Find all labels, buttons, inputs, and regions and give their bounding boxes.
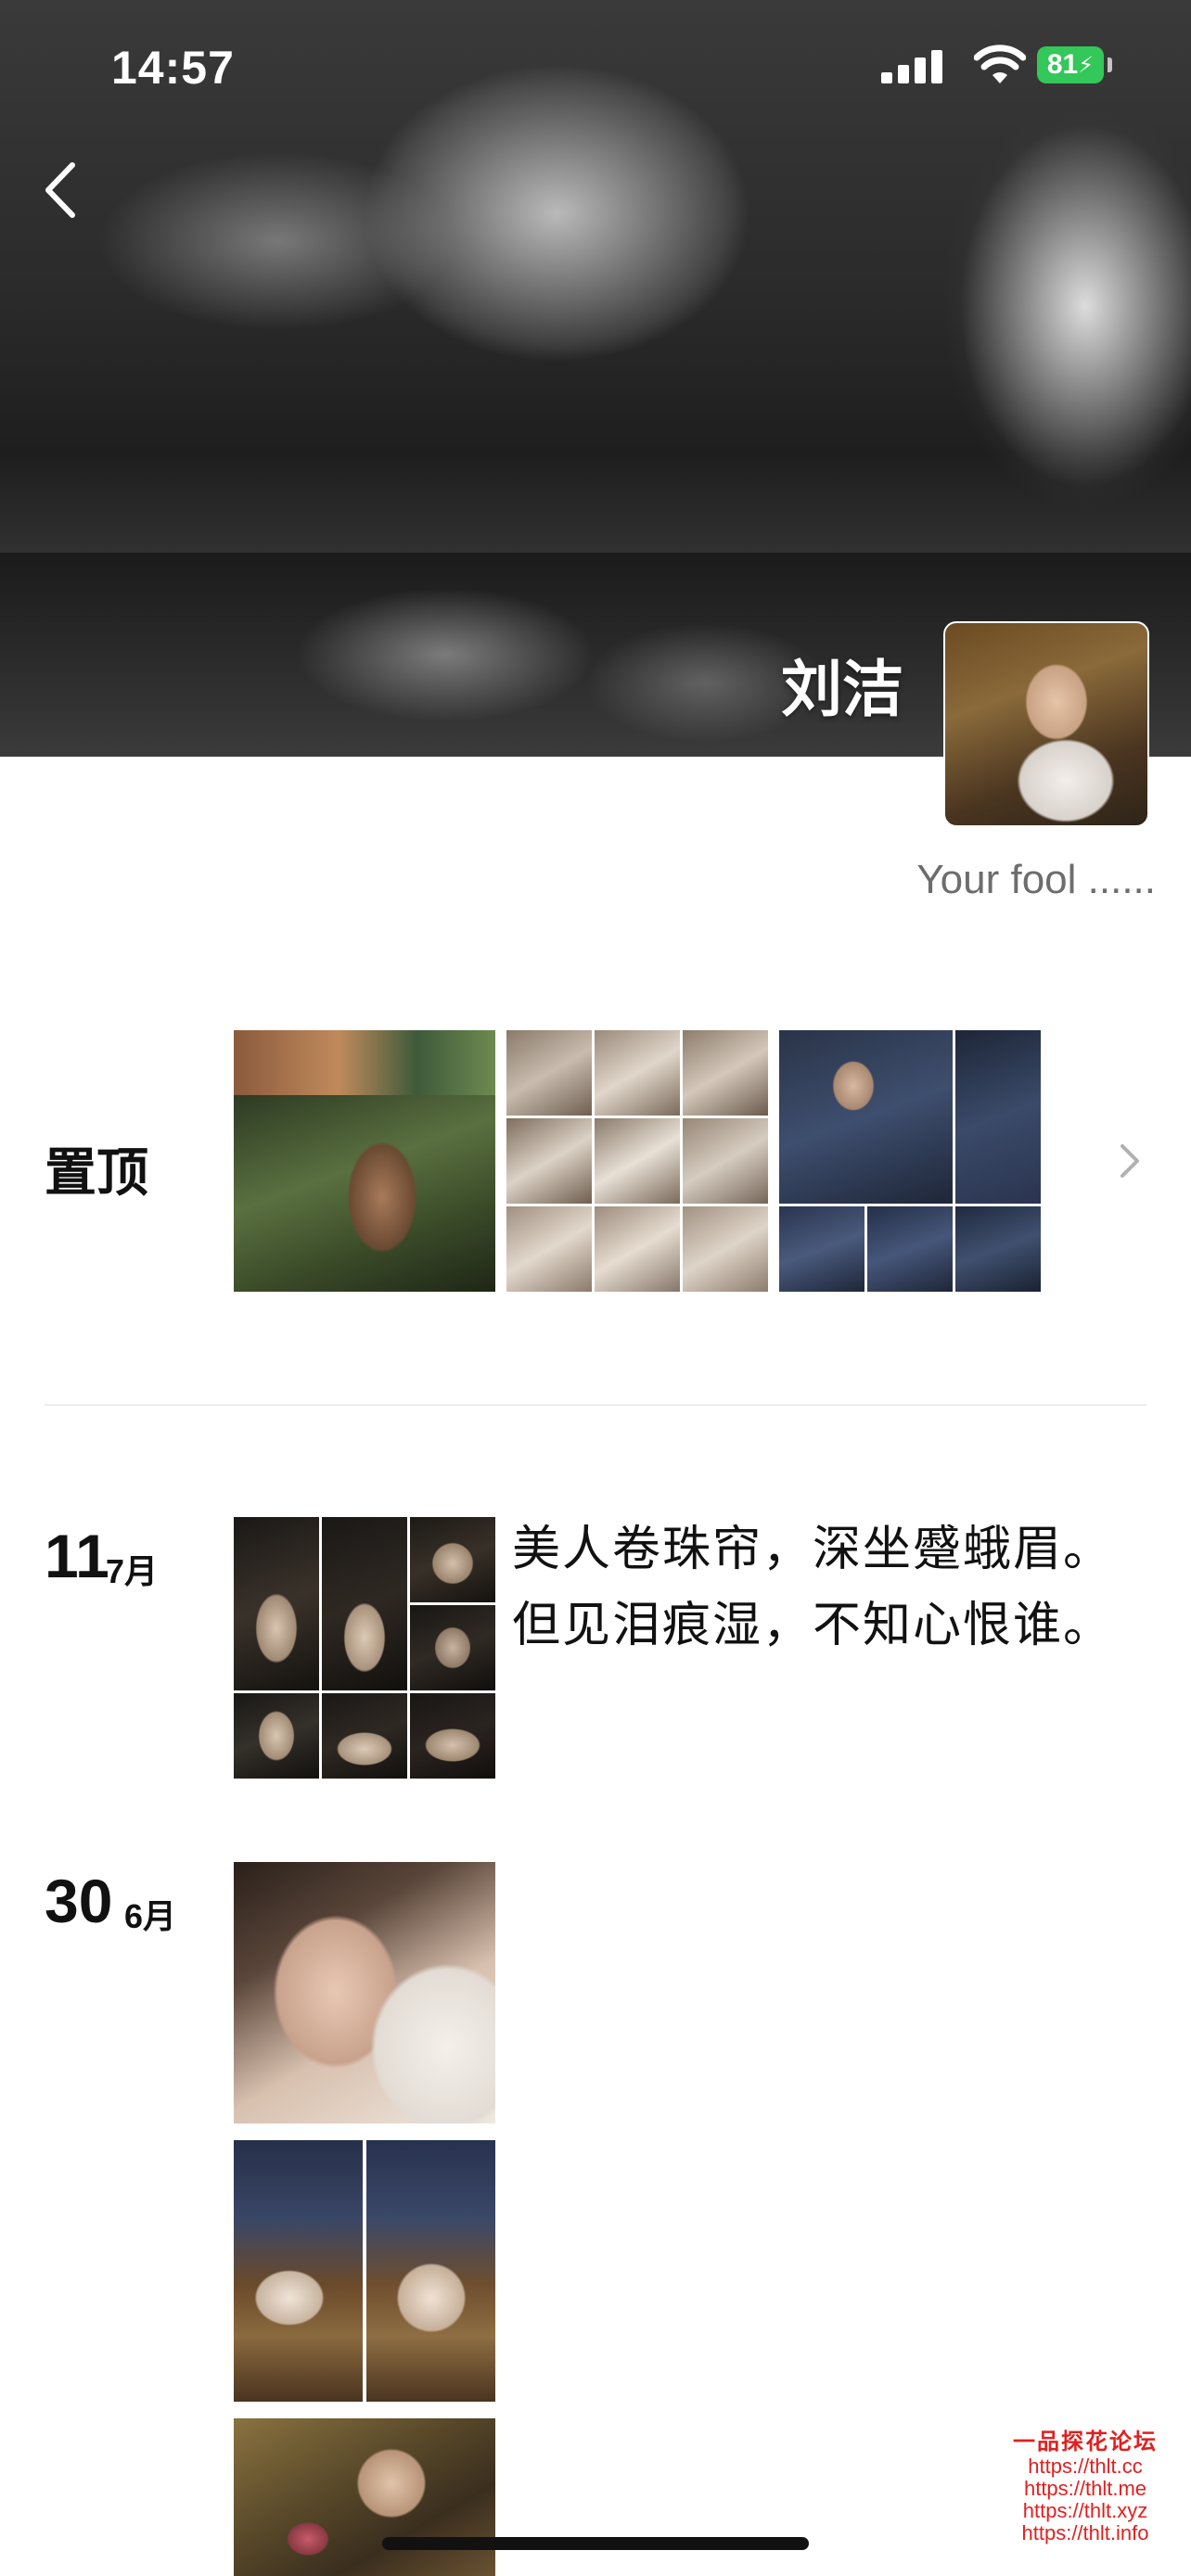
status-bar: 14:57 81 ⚡: [0, 0, 1191, 130]
avatar[interactable]: [943, 621, 1149, 827]
home-indicator[interactable]: [382, 2537, 809, 2550]
cellular-signal-icon: [881, 48, 955, 83]
watermark-title: 一品探花论坛: [1013, 2429, 1158, 2455]
section-divider: [45, 1404, 1146, 1406]
pinned-album-1[interactable]: [234, 1030, 495, 1292]
status-time: 14:57: [111, 42, 235, 94]
post-date-day: 30: [45, 1867, 113, 1935]
post-photo-pair[interactable]: [234, 2140, 495, 2402]
post-text-line-2: 但见泪痕湿，不知心恨谁。: [512, 1599, 1114, 1652]
post-photo[interactable]: [234, 2418, 495, 2576]
post-photo[interactable]: [234, 1862, 495, 2123]
watermark-url: https://thlt.cc: [1028, 2455, 1143, 2478]
post-photo-grid[interactable]: [234, 1517, 495, 1779]
profile-name: 刘洁: [781, 655, 903, 723]
post-text-line-1: 美人卷珠帘，深坐蹙蛾眉。: [512, 1523, 1114, 1576]
back-button[interactable]: [37, 158, 93, 223]
post-date-month: 6月: [124, 1897, 177, 1935]
post-text[interactable]: 美人卷珠帘，深坐蹙蛾眉。 但见泪痕湿，不知心恨谁。: [512, 1511, 1143, 1664]
chevron-right-icon[interactable]: [1113, 1141, 1146, 1181]
watermark-url: https://thlt.xyz: [1022, 2499, 1148, 2522]
watermark-url: https://thlt.me: [1023, 2477, 1147, 2500]
watermark: 一品探花论坛 https://thlt.cc https://thlt.me h…: [983, 2431, 1187, 2544]
battery-level: 81: [1046, 49, 1079, 80]
pinned-album-2[interactable]: [506, 1030, 768, 1292]
pinned-album-3[interactable]: [779, 1030, 1041, 1292]
wifi-icon: [974, 45, 1026, 83]
post-date-day: 11: [45, 1522, 109, 1590]
post-date-month: 7月: [106, 1552, 159, 1590]
battery-icon: 81 ⚡: [1037, 46, 1104, 83]
pinned-label: 置顶: [45, 1143, 148, 1202]
watermark-url: https://thlt.info: [1021, 2521, 1149, 2544]
battery-tip: [1108, 57, 1112, 72]
profile-signature: Your fool ......: [916, 857, 1156, 902]
